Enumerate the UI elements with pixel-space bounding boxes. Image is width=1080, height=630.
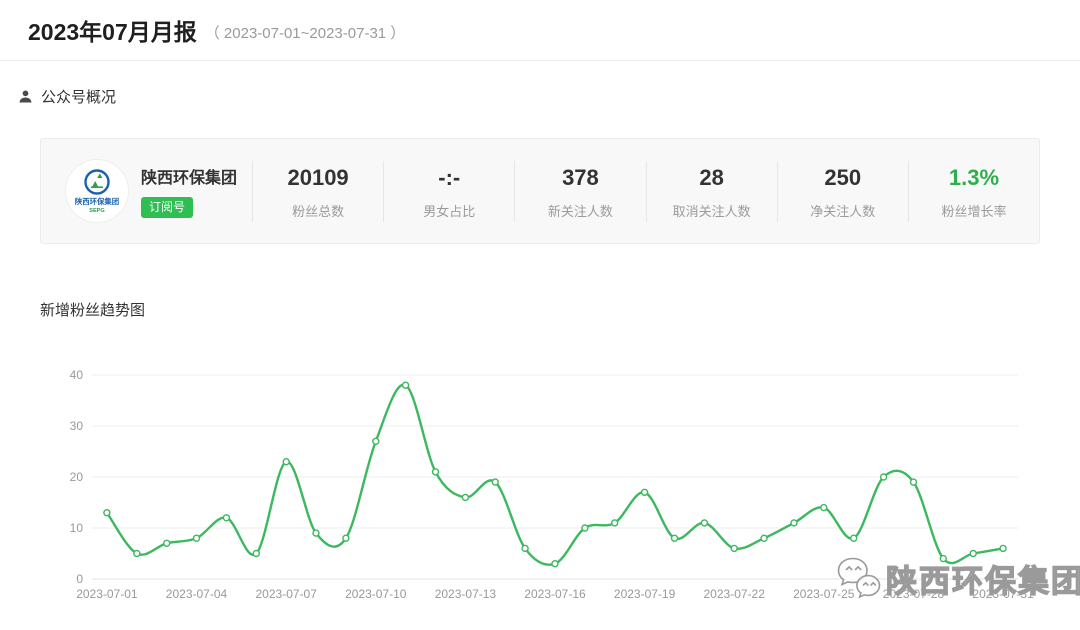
svg-text:2023-07-01: 2023-07-01	[76, 587, 138, 601]
page-title: 2023年07月月报	[28, 13, 197, 47]
stat-unfollows: 28 取消关注人数	[646, 161, 777, 222]
svg-text:2023-07-31: 2023-07-31	[972, 587, 1034, 601]
svg-text:2023-07-04: 2023-07-04	[166, 587, 228, 601]
account-meta: 陕西环保集团 订阅号	[141, 164, 237, 218]
section-title: 公众号概况	[41, 86, 116, 107]
svg-text:40: 40	[70, 368, 84, 382]
svg-text:2023-07-28: 2023-07-28	[883, 587, 945, 601]
svg-text:2023-07-10: 2023-07-10	[345, 587, 407, 601]
stat-label: 净关注人数	[778, 201, 908, 220]
stat-value: 20109	[253, 165, 383, 191]
svg-text:2023-07-07: 2023-07-07	[256, 587, 318, 601]
stat-new-follows: 378 新关注人数	[514, 161, 645, 222]
report-date-range: （ 2023-07-01~2023-07-31 ）	[205, 18, 406, 43]
report-header: 2023年07月月报 （ 2023-07-01~2023-07-31 ）	[0, 0, 1080, 61]
stat-net-follows: 250 净关注人数	[777, 161, 908, 222]
new-followers-trend-chart: 0 10 20 30 40 2023-07-01 2023-07-04 2023-07-07 2…	[0, 340, 1080, 620]
svg-text:2023-07-25: 2023-07-25	[793, 587, 855, 601]
stat-total-fans: 20109 粉丝总数	[252, 161, 383, 222]
account-name: 陕西环保集团	[141, 164, 237, 188]
stat-value: 250	[778, 165, 908, 191]
stat-label: 粉丝增长率	[909, 201, 1039, 220]
stat-label: 取消关注人数	[647, 201, 777, 220]
stat-label: 男女占比	[384, 201, 514, 220]
account-type-badge: 订阅号	[141, 197, 193, 218]
account-overview-card: 陕西环保集团 SEPG 陕西环保集团 订阅号 20109 粉丝总数 -:- 男女…	[40, 138, 1040, 244]
account-info: 陕西环保集团 SEPG 陕西环保集团 订阅号	[41, 160, 252, 222]
svg-text:20: 20	[70, 470, 84, 484]
trend-chart-svg: 0 10 20 30 40 2023-07-01 2023-07-04 2023-07-07 2…	[0, 340, 1080, 620]
stat-value: 1.3%	[909, 165, 1039, 191]
svg-text:2023-07-22: 2023-07-22	[704, 587, 766, 601]
stat-growth-rate: 1.3% 粉丝增长率	[908, 161, 1039, 222]
stat-label: 粉丝总数	[253, 201, 383, 220]
logo-abbr: SEPG	[89, 208, 105, 214]
stat-value: 28	[647, 165, 777, 191]
overview-section-header: 公众号概况	[18, 86, 116, 107]
svg-text:2023-07-19: 2023-07-19	[614, 587, 676, 601]
logo-text: 陕西环保集团	[75, 197, 119, 206]
stat-gender-ratio: -:- 男女占比	[383, 161, 514, 222]
svg-text:2023-07-16: 2023-07-16	[524, 587, 586, 601]
account-logo: 陕西环保集团 SEPG	[66, 160, 128, 222]
stat-label: 新关注人数	[515, 201, 645, 220]
trend-chart-title: 新增粉丝趋势图	[40, 299, 145, 320]
user-icon	[18, 89, 33, 104]
stat-value: 378	[515, 165, 645, 191]
svg-text:10: 10	[70, 521, 84, 535]
svg-text:0: 0	[76, 572, 83, 586]
svg-text:30: 30	[70, 419, 84, 433]
stats-row: 20109 粉丝总数 -:- 男女占比 378 新关注人数 28 取消关注人数 …	[252, 161, 1039, 222]
svg-text:2023-07-13: 2023-07-13	[435, 587, 497, 601]
stat-value: -:-	[384, 165, 514, 191]
